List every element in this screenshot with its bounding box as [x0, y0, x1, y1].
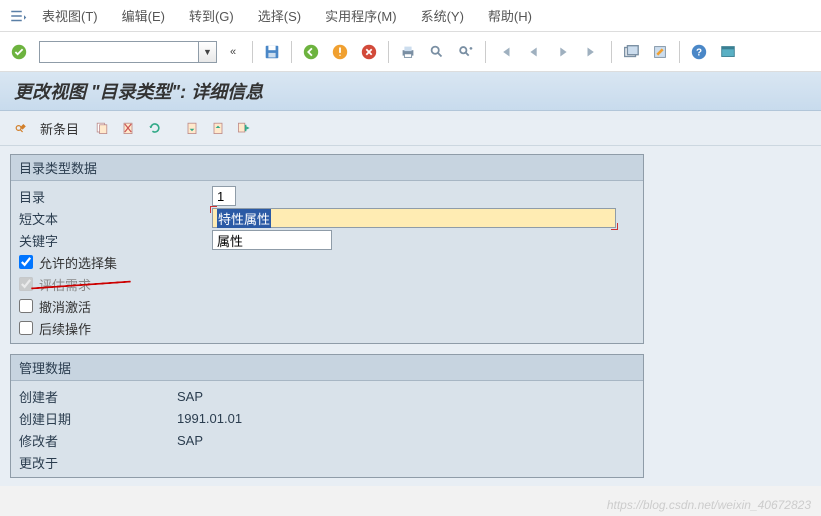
menu-help[interactable]: 帮助(H) — [476, 2, 544, 29]
app-toolbar: 新条目 — [0, 111, 821, 146]
catalog-label: 目录 — [17, 187, 212, 206]
keyword-input[interactable] — [212, 230, 332, 250]
changed-by-value: SAP — [177, 433, 203, 448]
catalog-input[interactable] — [212, 186, 236, 206]
menu-table-view[interactable]: 表视图(T) — [30, 2, 110, 29]
prev-page-button[interactable] — [521, 39, 547, 65]
shorttext-input[interactable]: 特性属性 — [212, 208, 616, 228]
deactivate-checkbox[interactable] — [19, 299, 33, 313]
created-by-value: SAP — [177, 389, 203, 404]
undo-button[interactable] — [143, 117, 165, 139]
delete-button[interactable] — [117, 117, 139, 139]
svg-text:?: ? — [696, 47, 702, 58]
find-button[interactable] — [424, 39, 450, 65]
group-admin-title: 管理数据 — [11, 355, 643, 381]
shorttext-label: 短文本 — [17, 209, 212, 228]
cancel-button[interactable] — [356, 39, 382, 65]
allowed-selection-set-label: 允许的选择集 — [39, 253, 117, 272]
back-button[interactable] — [298, 39, 324, 65]
print-button[interactable] — [395, 39, 421, 65]
created-on-value: 1991.01.01 — [177, 411, 242, 426]
enter-button[interactable] — [6, 39, 32, 65]
command-field[interactable]: ▼ — [39, 41, 217, 63]
shortcut-button[interactable] — [647, 39, 673, 65]
save-button[interactable] — [259, 39, 285, 65]
menu-bar: 表视图(T) 编辑(E) 转到(G) 选择(S) 实用程序(M) 系统(Y) 帮… — [0, 0, 821, 32]
created-on-label: 创建日期 — [17, 409, 177, 428]
help-button[interactable]: ? — [686, 39, 712, 65]
menu-overflow-icon[interactable] — [6, 4, 30, 28]
layout-button[interactable] — [715, 39, 741, 65]
copy-button[interactable] — [91, 117, 113, 139]
other-entry-button[interactable] — [233, 117, 255, 139]
created-by-label: 创建者 — [17, 387, 177, 406]
command-input[interactable] — [39, 41, 199, 63]
find-next-button[interactable] — [453, 39, 479, 65]
deactivate-label: 撤消激活 — [39, 297, 91, 316]
content-area: 目录类型数据 目录 短文本 特性属性 关键字 允许的选择集 — [0, 146, 821, 486]
menu-edit[interactable]: 编辑(E) — [110, 2, 177, 29]
title-area: 更改视图 "目录类型": 详细信息 — [0, 72, 821, 111]
first-page-button[interactable] — [492, 39, 518, 65]
exit-button[interactable] — [327, 39, 353, 65]
prev-entry-button[interactable] — [181, 117, 203, 139]
standard-toolbar: ▼ « ? — [0, 32, 821, 72]
chevron-down-icon: ▼ — [203, 47, 212, 57]
allowed-selection-set-checkbox[interactable] — [19, 255, 33, 269]
command-dropdown[interactable]: ▼ — [199, 41, 217, 63]
valuation-required-label: 评估需求 — [39, 275, 91, 294]
menu-select[interactable]: 选择(S) — [246, 2, 313, 29]
collapse-button[interactable]: « — [220, 39, 246, 65]
new-entry-button[interactable]: 新条目 — [40, 119, 79, 138]
menu-goto[interactable]: 转到(G) — [177, 2, 246, 29]
changed-by-label: 修改者 — [17, 431, 177, 450]
next-entry-button[interactable] — [207, 117, 229, 139]
watermark: https://blog.csdn.net/weixin_40672823 — [607, 498, 811, 512]
new-session-button[interactable] — [618, 39, 644, 65]
valuation-required-checkbox — [19, 277, 33, 291]
next-page-button[interactable] — [550, 39, 576, 65]
page-title: 更改视图 "目录类型": 详细信息 — [14, 78, 807, 104]
last-page-button[interactable] — [579, 39, 605, 65]
group-catalog-title: 目录类型数据 — [11, 155, 643, 181]
keyword-label: 关键字 — [17, 231, 212, 250]
group-admin-data: 管理数据 创建者 SAP 创建日期 1991.01.01 修改者 SAP 更改于 — [10, 354, 644, 478]
change-mode-button[interactable] — [10, 117, 32, 139]
followup-label: 后续操作 — [39, 319, 91, 338]
menu-system[interactable]: 系统(Y) — [409, 2, 476, 29]
group-catalog-data: 目录类型数据 目录 短文本 特性属性 关键字 允许的选择集 — [10, 154, 644, 344]
changed-on-label: 更改于 — [17, 453, 177, 472]
followup-checkbox[interactable] — [19, 321, 33, 335]
menu-utilities[interactable]: 实用程序(M) — [313, 2, 409, 29]
